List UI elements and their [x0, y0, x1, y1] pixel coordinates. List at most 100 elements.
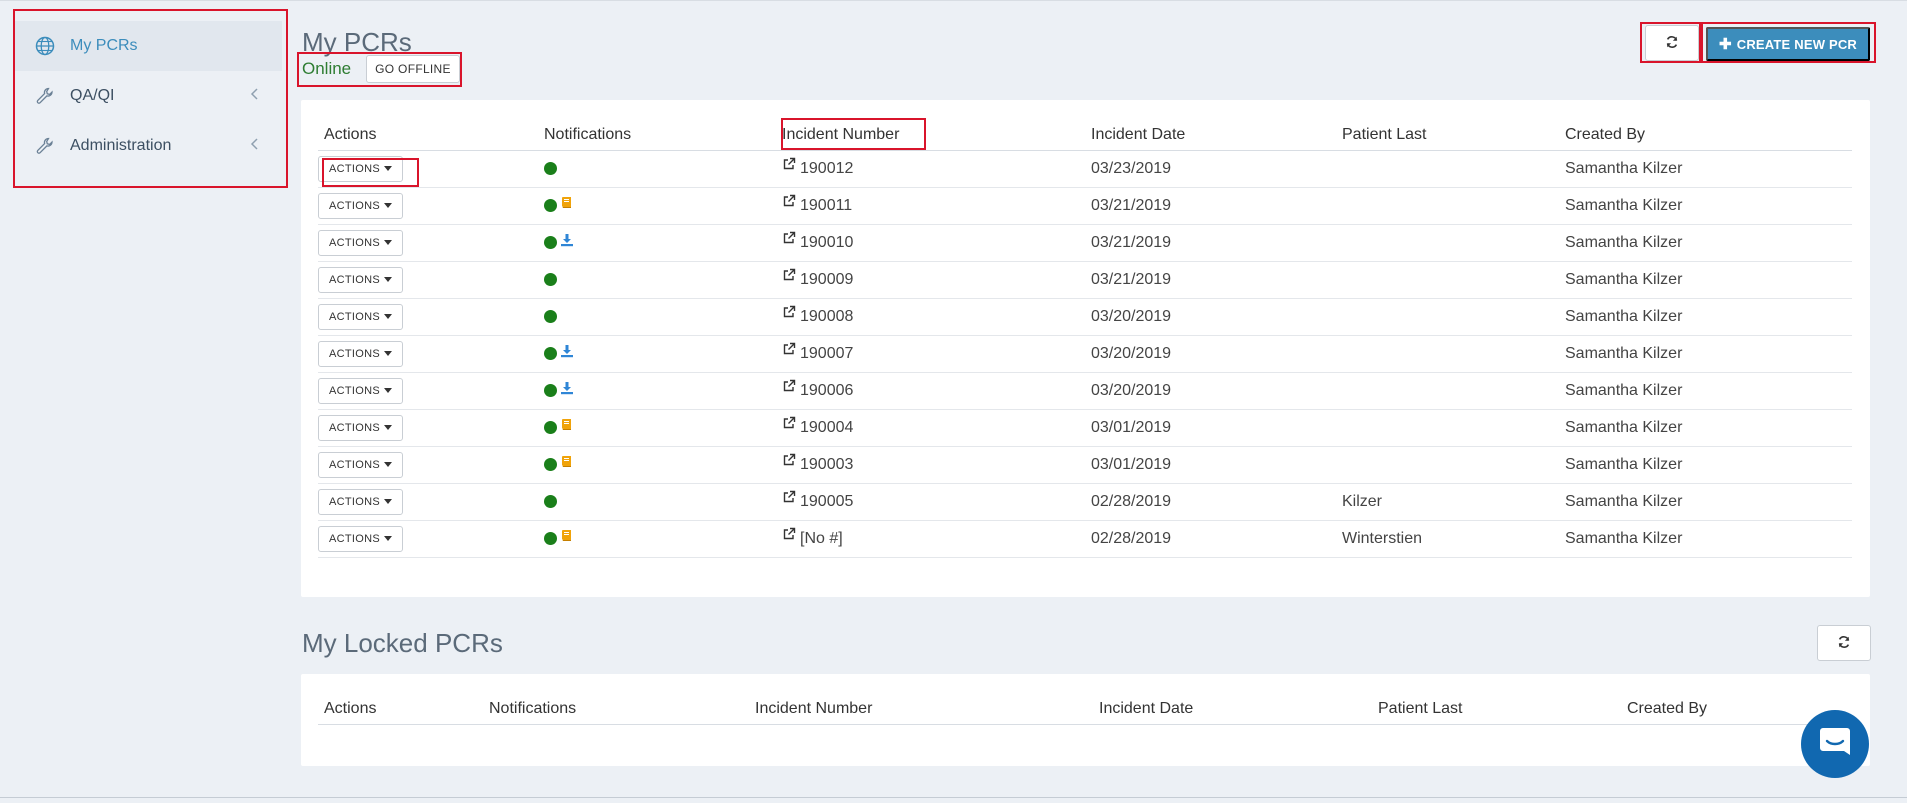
- actions-dropdown-button[interactable]: ACTIONS: [318, 488, 403, 515]
- caret-down-icon: [384, 203, 392, 208]
- incident-number-link[interactable]: 190011: [800, 197, 852, 214]
- external-link-icon[interactable]: [782, 342, 796, 361]
- external-link-icon[interactable]: [782, 453, 796, 472]
- incident-number-link[interactable]: [No #]: [800, 530, 843, 547]
- table-row[interactable]: ACTIONS 190012 03/23/2019 Samantha Kilzer: [318, 150, 1852, 188]
- my-pcrs-table: Actions Notifications Incident Number In…: [318, 100, 1852, 558]
- incident-number-link[interactable]: 190005: [800, 493, 853, 510]
- actions-dropdown-button[interactable]: ACTIONS: [318, 414, 403, 441]
- incident-date-cell: 03/21/2019: [1091, 261, 1342, 299]
- book-icon[interactable]: [560, 196, 573, 214]
- download-icon[interactable]: [560, 344, 574, 363]
- actions-dropdown-button[interactable]: ACTIONS: [318, 155, 403, 182]
- incident-number-cell[interactable]: 190008: [782, 298, 1091, 336]
- table-header-row: Actions Notifications Incident Number In…: [318, 674, 1852, 725]
- column-header-created-by[interactable]: Created By: [1565, 100, 1852, 151]
- actions-dropdown-button[interactable]: ACTIONS: [318, 266, 403, 293]
- notifications-cell: [544, 187, 782, 225]
- book-icon[interactable]: [560, 529, 573, 547]
- column-header-notifications[interactable]: Notifications: [544, 100, 782, 151]
- incident-number-cell[interactable]: 190011: [782, 187, 1091, 225]
- patient-last-cell: [1342, 372, 1565, 410]
- external-link-icon[interactable]: [782, 379, 796, 398]
- book-icon[interactable]: [560, 418, 573, 436]
- incident-number-link[interactable]: 190004: [800, 419, 853, 436]
- actions-dropdown-button[interactable]: ACTIONS: [318, 451, 403, 478]
- actions-dropdown-button[interactable]: ACTIONS: [318, 229, 403, 256]
- status-dot-icon: [544, 198, 557, 212]
- patient-last-cell: [1342, 409, 1565, 447]
- actions-dropdown-button[interactable]: ACTIONS: [318, 377, 403, 404]
- column-header-incident-number[interactable]: Incident Number: [755, 674, 1099, 725]
- incident-number-link[interactable]: 190008: [800, 308, 853, 325]
- actions-dropdown-button[interactable]: ACTIONS: [318, 192, 403, 219]
- incident-number-link[interactable]: 190012: [800, 160, 853, 177]
- created-by-cell: Samantha Kilzer: [1565, 224, 1852, 262]
- book-icon[interactable]: [560, 455, 573, 473]
- column-header-incident-date[interactable]: Incident Date: [1099, 674, 1378, 725]
- incident-number-cell[interactable]: 190012: [782, 150, 1091, 188]
- table-row[interactable]: ACTIONS 190005 02/28/2019 Kilzer Samantha Ki…: [318, 483, 1852, 521]
- table-row[interactable]: ACTIONS 190003 03/01/2019 Samantha Kilzer: [318, 446, 1852, 484]
- incident-number-link[interactable]: 190007: [800, 345, 853, 362]
- locked-refresh-button[interactable]: [1817, 625, 1871, 661]
- external-link-icon[interactable]: [782, 194, 796, 213]
- column-header-notifications[interactable]: Notifications: [489, 674, 755, 725]
- sidebar-item-administration[interactable]: Administration: [14, 121, 282, 171]
- sidebar-item-my-pcrs[interactable]: My PCRs: [14, 21, 282, 71]
- actions-label: ACTIONS: [329, 347, 380, 360]
- incident-number-cell[interactable]: 190006: [782, 372, 1091, 410]
- download-icon[interactable]: [560, 381, 574, 400]
- actions-dropdown-button[interactable]: ACTIONS: [318, 525, 403, 552]
- status-dot-icon: [544, 384, 557, 397]
- column-header-incident-date[interactable]: Incident Date: [1091, 100, 1342, 151]
- incident-number-cell[interactable]: 190007: [782, 335, 1091, 373]
- table-row[interactable]: ACTIONS 190008 03/20/2019 Samantha Kilzer: [318, 298, 1852, 336]
- table-row[interactable]: ACTIONS 190006 03/20/2019 Samantha Kilzer: [318, 372, 1852, 410]
- go-offline-button[interactable]: GO OFFLINE: [366, 55, 460, 83]
- external-link-icon[interactable]: [782, 416, 796, 435]
- external-link-icon[interactable]: [782, 305, 796, 324]
- patient-last-cell: [1342, 446, 1565, 484]
- incident-number-cell[interactable]: 190010: [782, 224, 1091, 262]
- incident-number-link[interactable]: 190010: [800, 234, 853, 251]
- incident-number-link[interactable]: 190006: [800, 382, 853, 399]
- table-row[interactable]: ACTIONS [No #] 02/28/2019 Winterstien Samant…: [318, 520, 1852, 558]
- table-row[interactable]: ACTIONS 190009 03/21/2019 Samantha Kilzer: [318, 261, 1852, 299]
- actions-dropdown-button[interactable]: ACTIONS: [318, 303, 403, 330]
- external-link-icon[interactable]: [782, 527, 796, 546]
- table-row[interactable]: ACTIONS 190011 03/21/2019 Samantha Kilzer: [318, 187, 1852, 225]
- column-header-actions[interactable]: Actions: [318, 674, 489, 725]
- column-header-patient-last[interactable]: Patient Last: [1378, 674, 1627, 725]
- sidebar-item-qa-qi[interactable]: QA/QI: [14, 71, 282, 121]
- table-row[interactable]: ACTIONS 190004 03/01/2019 Samantha Kilzer: [318, 409, 1852, 447]
- refresh-button[interactable]: [1645, 25, 1699, 61]
- table-row[interactable]: ACTIONS 190010 03/21/2019 Samantha Kilzer: [318, 224, 1852, 262]
- external-link-icon[interactable]: [782, 231, 796, 250]
- incident-number-cell[interactable]: 190004: [782, 409, 1091, 447]
- column-header-incident-number[interactable]: Incident Number: [782, 100, 1091, 151]
- actions-label: ACTIONS: [329, 384, 380, 397]
- incident-number-cell[interactable]: [No #]: [782, 520, 1091, 558]
- external-link-icon[interactable]: [782, 490, 796, 509]
- chat-button[interactable]: [1801, 710, 1869, 778]
- actions-dropdown-button[interactable]: ACTIONS: [318, 340, 403, 367]
- download-icon[interactable]: [560, 233, 574, 252]
- status-dot-icon: [544, 309, 557, 323]
- create-new-pcr-button[interactable]: ✚ CREATE NEW PCR: [1706, 27, 1870, 61]
- incident-number-cell[interactable]: 190009: [782, 261, 1091, 299]
- external-link-icon[interactable]: [782, 157, 796, 176]
- patient-last-cell: Kilzer: [1342, 483, 1565, 521]
- table-row[interactable]: ACTIONS 190007 03/20/2019 Samantha Kilzer: [318, 335, 1852, 373]
- column-header-actions[interactable]: Actions: [318, 100, 544, 151]
- external-link-icon[interactable]: [782, 268, 796, 287]
- incident-number-cell[interactable]: 190005: [782, 483, 1091, 521]
- column-header-patient-last[interactable]: Patient Last: [1342, 100, 1565, 151]
- actions-label: ACTIONS: [329, 236, 380, 249]
- incident-date-cell: 03/20/2019: [1091, 298, 1342, 336]
- actions-label: ACTIONS: [329, 458, 380, 471]
- globe-icon: [34, 35, 56, 57]
- incident-number-cell[interactable]: 190003: [782, 446, 1091, 484]
- incident-number-link[interactable]: 190009: [800, 271, 853, 288]
- incident-number-link[interactable]: 190003: [800, 456, 853, 473]
